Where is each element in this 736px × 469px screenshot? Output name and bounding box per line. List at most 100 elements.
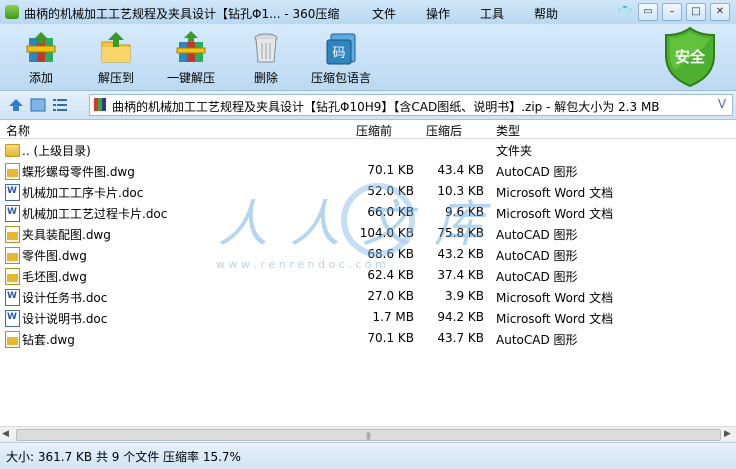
menu-bar: 文件 操作 工具 帮助	[372, 5, 588, 22]
column-size[interactable]: 压缩前	[356, 122, 392, 139]
column-type[interactable]: 类型	[496, 122, 520, 139]
path-field[interactable]: 曲柄的机械加工工艺规程及夹具设计【钻孔Φ10H9】【含CAD图纸、说明书】.zi…	[89, 94, 733, 116]
chevron-down-icon[interactable]: V	[714, 96, 730, 112]
list-item[interactable]: 设计任务书.doc 27.0 KB 3.9 KB Microsoft Word …	[0, 286, 736, 307]
list-item[interactable]: 夹具装配图.dwg 104.0 KB 75.8 KB AutoCAD 图形	[0, 223, 736, 244]
list-item[interactable]: 机械加工工序卡片.doc 52.0 KB 10.3 KB Microsoft W…	[0, 181, 736, 202]
view-list-icon[interactable]	[52, 98, 68, 112]
list-item[interactable]: 钻套.dwg 70.1 KB 43.7 KB AutoCAD 图形	[0, 328, 736, 349]
menu-file[interactable]: 文件	[372, 5, 426, 22]
file-type: AutoCAD 图形	[496, 228, 578, 242]
dwg-file-icon	[5, 226, 20, 243]
minimize-button[interactable]: –	[662, 3, 682, 21]
delete-label: 删除	[253, 71, 278, 85]
one-click-extract-button[interactable]: 一键解压	[155, 30, 227, 86]
list-header: 名称 压缩前 压缩后 类型	[0, 120, 736, 139]
dwg-file-icon	[5, 163, 20, 180]
list-item[interactable]: 毛坯图.dwg 62.4 KB 37.4 KB AutoCAD 图形	[0, 265, 736, 286]
delete-button[interactable]: 删除	[230, 30, 302, 86]
window-controls: 👕 ▭ – □ ✕	[616, 3, 730, 21]
file-type: AutoCAD 图形	[496, 270, 578, 284]
extract-folder-icon	[98, 30, 134, 66]
file-type: AutoCAD 图形	[496, 249, 578, 263]
list-item[interactable]: .. (上级目录) 文件夹	[0, 139, 736, 160]
list-item[interactable]: 蝶形螺母零件图.dwg 70.1 KB 43.4 KB AutoCAD 图形	[0, 160, 736, 181]
security-shield-badge[interactable]: 安全	[662, 26, 718, 88]
file-name: 设计说明书.doc	[22, 312, 108, 326]
zip-archive-icon	[94, 98, 106, 111]
file-packed-size: 43.2 KB	[437, 247, 484, 261]
file-name: 零件图.dwg	[22, 249, 87, 263]
one-click-extract-label: 一键解压	[166, 71, 215, 85]
dwg-file-icon	[5, 268, 20, 285]
file-name: 钻套.dwg	[22, 333, 75, 347]
dwg-file-icon	[5, 331, 20, 348]
file-size: 66.0 KB	[367, 205, 414, 219]
add-label: 添加	[28, 71, 53, 85]
nav-buttons	[8, 97, 68, 113]
address-bar: 曲柄的机械加工工艺规程及夹具设计【钻孔Φ10H9】【含CAD图纸、说明书】.zi…	[0, 91, 736, 120]
file-size: 70.1 KB	[367, 163, 414, 177]
scroll-left-icon[interactable]: ◀	[2, 429, 12, 439]
word-file-icon	[5, 184, 20, 201]
dwg-file-icon	[5, 247, 20, 264]
up-arrow-icon[interactable]	[8, 97, 24, 113]
skin-icon[interactable]: 👕	[616, 4, 634, 20]
window-title: 曲柄的机械加工工艺规程及夹具设计【钻孔Φ1... - 360压缩	[24, 7, 340, 21]
archive-language-label: 压缩包语言	[310, 71, 371, 85]
file-name: 机械加工工序卡片.doc	[22, 186, 144, 200]
file-packed-size: 3.9 KB	[445, 289, 484, 303]
extract-to-label: 解压到	[97, 71, 134, 85]
file-size: 104.0 KB	[359, 226, 414, 240]
extract-to-button[interactable]: 解压到	[80, 30, 152, 86]
trash-icon	[248, 30, 284, 66]
file-size: 70.1 KB	[367, 331, 414, 345]
file-type: AutoCAD 图形	[496, 333, 578, 347]
menu-help[interactable]: 帮助	[534, 5, 588, 22]
column-name[interactable]: 名称	[6, 122, 30, 139]
file-packed-size: 43.7 KB	[437, 331, 484, 345]
file-type: Microsoft Word 文档	[496, 312, 614, 326]
status-text: 大小: 361.7 KB 共 9 个文件 压缩率 15.7%	[6, 450, 241, 464]
word-file-icon	[5, 205, 20, 222]
view-large-icon[interactable]	[30, 98, 46, 112]
word-file-icon	[5, 310, 20, 327]
file-size: 1.7 MB	[372, 310, 414, 324]
folder-icon	[5, 144, 20, 157]
menu-tools[interactable]: 工具	[480, 5, 534, 22]
horizontal-scrollbar[interactable]: ◀ ||| ▶	[0, 426, 736, 442]
file-size: 68.6 KB	[367, 247, 414, 261]
app-logo-icon	[5, 5, 19, 19]
add-button[interactable]: 添加	[5, 30, 77, 86]
add-archive-icon	[23, 30, 59, 66]
scroll-right-icon[interactable]: ▶	[724, 429, 734, 439]
list-item[interactable]: 零件图.dwg 68.6 KB 43.2 KB AutoCAD 图形	[0, 244, 736, 265]
toolbar: 添加 解压到 一键解压 删除 码 压缩包语言	[0, 24, 736, 91]
menu-operation[interactable]: 操作	[426, 5, 480, 22]
file-name: 机械加工工艺过程卡片.doc	[22, 207, 168, 221]
security-label: 安全	[674, 48, 705, 66]
file-name: 夹具装配图.dwg	[22, 228, 111, 242]
file-name: 蝶形螺母零件图.dwg	[22, 165, 135, 179]
file-size: 52.0 KB	[367, 184, 414, 198]
file-packed-size: 10.3 KB	[437, 184, 484, 198]
archive-language-button[interactable]: 码 压缩包语言	[305, 30, 377, 86]
file-packed-size: 37.4 KB	[437, 268, 484, 282]
grip-icon: |||	[366, 432, 371, 440]
one-click-extract-icon	[173, 30, 209, 66]
file-name: 毛坯图.dwg	[22, 270, 87, 284]
file-size: 62.4 KB	[367, 268, 414, 282]
close-button[interactable]: ✕	[710, 3, 730, 21]
status-bar: 大小: 361.7 KB 共 9 个文件 压缩率 15.7%	[0, 442, 736, 469]
file-type: Microsoft Word 文档	[496, 291, 614, 305]
menu-dropdown-button[interactable]: ▭	[638, 3, 658, 21]
list-item[interactable]: 设计说明书.doc 1.7 MB 94.2 KB Microsoft Word …	[0, 307, 736, 328]
column-packed[interactable]: 压缩后	[426, 122, 462, 139]
list-item[interactable]: 机械加工工艺过程卡片.doc 66.0 KB 9.6 KB Microsoft …	[0, 202, 736, 223]
maximize-button[interactable]: □	[686, 3, 706, 21]
file-type: AutoCAD 图形	[496, 165, 578, 179]
scrollbar-thumb[interactable]: |||	[16, 429, 721, 441]
path-text: 曲柄的机械加工工艺规程及夹具设计【钻孔Φ10H9】【含CAD图纸、说明书】.zi…	[112, 100, 660, 114]
file-packed-size: 9.6 KB	[445, 205, 484, 219]
title-bar: 曲柄的机械加工工艺规程及夹具设计【钻孔Φ1... - 360压缩 文件 操作 工…	[0, 0, 736, 24]
